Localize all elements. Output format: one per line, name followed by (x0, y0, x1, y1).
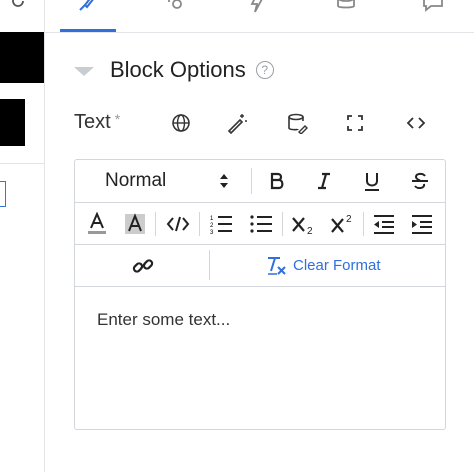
svg-text:3: 3 (210, 230, 214, 235)
clear-format-icon (265, 254, 287, 276)
tab-actions[interactable] (245, 0, 269, 14)
link-button[interactable] (129, 253, 157, 279)
bullet-list-icon (249, 213, 273, 235)
code-inline-icon (166, 214, 190, 234)
help-icon[interactable]: ? (255, 61, 274, 79)
globe-icon[interactable] (170, 112, 192, 134)
toolbar-row-1: Normal (75, 160, 445, 203)
strikethrough-icon (410, 171, 430, 191)
underline-icon (362, 171, 382, 191)
divider (0, 163, 44, 164)
code-icon[interactable] (405, 112, 427, 134)
svg-text:2: 2 (210, 223, 214, 229)
select-arrows-icon (217, 171, 231, 191)
ordered-list-icon: 123 (209, 213, 233, 235)
nodes-icon (163, 0, 187, 14)
strikethrough-button[interactable] (406, 169, 434, 193)
text-color-icon (86, 212, 108, 236)
toolbar-separator (209, 250, 210, 280)
heading-select-value: Normal (105, 170, 167, 191)
ordered-list-button[interactable]: 123 (207, 210, 235, 238)
tab-comments[interactable] (421, 0, 445, 14)
bold-button[interactable] (263, 169, 291, 193)
italic-icon (314, 171, 334, 191)
italic-button[interactable] (310, 169, 338, 193)
required-mark: * (114, 111, 121, 127)
database-edit-icon[interactable] (286, 112, 308, 134)
highlight-icon (123, 212, 147, 236)
tab-logic[interactable] (163, 0, 187, 14)
toolbar-separator (155, 212, 156, 236)
selection-outline[interactable] (0, 181, 6, 207)
brush-icon (76, 0, 100, 14)
clear-format-label: Clear Format (293, 256, 381, 274)
bolt-icon (245, 0, 269, 14)
block-options-header[interactable]: Block Options ? (74, 56, 274, 84)
code-inline-button[interactable] (163, 210, 193, 238)
superscript-icon: 2 (330, 213, 356, 235)
collapse-caret-icon[interactable] (74, 66, 94, 76)
bold-icon (267, 171, 287, 191)
text-field-label-row: Text * (74, 108, 120, 136)
magic-wand-icon[interactable] (226, 112, 248, 134)
link-icon (132, 255, 154, 277)
svg-text:2: 2 (307, 226, 313, 235)
subscript-icon: 2 (291, 213, 317, 235)
indent-icon (410, 213, 434, 235)
underline-button[interactable] (358, 169, 386, 193)
comment-icon (421, 0, 445, 14)
left-panel (0, 0, 44, 472)
heading-select[interactable]: Normal (93, 168, 253, 194)
toolbar-row-3: Clear Format (75, 244, 445, 287)
subscript-button[interactable]: 2 (289, 210, 319, 238)
svg-text:1: 1 (210, 216, 214, 222)
fullscreen-icon[interactable] (344, 112, 366, 134)
outdent-button[interactable] (370, 210, 398, 238)
toolbar-separator (251, 168, 252, 194)
database-icon (334, 0, 358, 14)
editor-content[interactable]: Enter some text... (97, 310, 230, 330)
indent-button[interactable] (408, 210, 436, 238)
superscript-button[interactable]: 2 (328, 210, 358, 238)
toolbar-separator (363, 212, 364, 236)
bullet-list-button[interactable] (247, 210, 275, 238)
thumbnail-block[interactable] (0, 99, 25, 146)
thumbnail-block[interactable] (0, 32, 44, 83)
tab-style[interactable] (60, 0, 116, 32)
toolbar-row-2: 123 2 2 (75, 202, 445, 245)
refresh-icon[interactable] (9, 0, 27, 10)
toolbar-separator (199, 212, 200, 236)
tab-bar (45, 0, 474, 33)
toolbar-separator (282, 212, 283, 236)
outdent-icon (372, 213, 396, 235)
highlight-color-button[interactable] (121, 210, 149, 238)
clear-format-button[interactable]: Clear Format (265, 252, 381, 278)
section-title: Block Options (110, 57, 246, 82)
svg-text:2: 2 (346, 214, 352, 225)
text-color-button[interactable] (83, 210, 111, 238)
tab-data[interactable] (334, 0, 358, 14)
panel-divider (44, 0, 45, 472)
rich-text-editor: Normal 123 2 2 Clear Format Enter some t… (74, 159, 446, 430)
field-label: Text (74, 110, 111, 133)
